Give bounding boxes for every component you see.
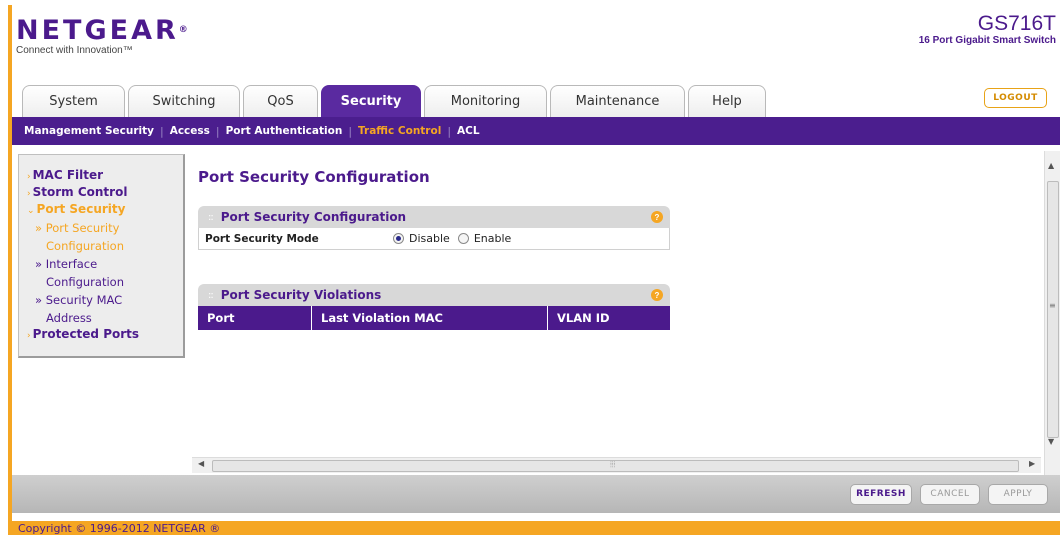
tab-switching[interactable]: Switching bbox=[128, 85, 240, 117]
subnav-port-authentication[interactable]: Port Authentication bbox=[226, 125, 343, 137]
tab-system[interactable]: System bbox=[22, 85, 125, 117]
nav-sub-security-mac-address[interactable]: » Security MAC Address bbox=[27, 291, 183, 327]
logout-button[interactable]: LOGOUT bbox=[984, 88, 1047, 108]
help-icon[interactable]: ? bbox=[651, 289, 663, 301]
horizontal-scroll-thumb[interactable] bbox=[212, 460, 1019, 472]
port-security-mode-label: Port Security Mode bbox=[205, 232, 319, 245]
grip-dots-icon: :: bbox=[208, 211, 214, 223]
apply-button[interactable]: APPLY bbox=[988, 483, 1048, 505]
subnav-separator: | bbox=[215, 124, 220, 138]
nav-storm-control[interactable]: › Storm Control bbox=[27, 185, 183, 202]
config-box-header: :: Port Security Configuration ? bbox=[198, 206, 670, 228]
violations-table-header: Port Last Violation MAC VLAN ID bbox=[198, 306, 670, 330]
scroll-up-icon[interactable]: ▲ bbox=[1048, 161, 1054, 170]
content-area: › MAC Filter › Storm Control ⌄ Port Securit… bbox=[12, 151, 1060, 475]
chevron-down-icon: ⌄ bbox=[27, 206, 35, 216]
page-inner: NETGEAR® Connect with Innovation™ GS716T… bbox=[12, 5, 1060, 535]
radio-disable[interactable]: Disable bbox=[393, 232, 450, 245]
tab-qos[interactable]: QoS bbox=[243, 85, 318, 117]
tab-security[interactable]: Security bbox=[321, 85, 421, 117]
subnav-management-security[interactable]: Management Security bbox=[24, 125, 154, 137]
nav-sub-port-security-configuration[interactable]: » Port Security Configuration bbox=[27, 219, 183, 255]
vertical-scrollbar[interactable]: ▲ ≡ ▼ bbox=[1044, 151, 1060, 475]
chevron-right-icon: › bbox=[27, 172, 31, 182]
tab-maintenance[interactable]: Maintenance bbox=[550, 85, 685, 117]
refresh-button[interactable]: REFRESH bbox=[850, 483, 912, 505]
grip-dots-icon: :: bbox=[208, 289, 214, 301]
copyright-text: Copyright © 1996-2012 NETGEAR ® bbox=[18, 522, 221, 535]
subnav-traffic-control[interactable]: Traffic Control bbox=[358, 125, 441, 137]
sub-navigation: Management Security | Access | Port Auth… bbox=[12, 117, 1060, 145]
nav-protected-ports[interactable]: › Protected Ports bbox=[27, 327, 183, 344]
nav-mac-filter[interactable]: › MAC Filter bbox=[27, 168, 183, 185]
violations-box-title: Port Security Violations bbox=[220, 288, 382, 302]
radio-enable-dot[interactable] bbox=[457, 233, 469, 244]
page-title: Port Security Configuration bbox=[198, 168, 430, 186]
page-frame: NETGEAR® Connect with Innovation™ GS716T… bbox=[8, 5, 1060, 535]
radio-enable[interactable]: Enable bbox=[457, 232, 511, 245]
tab-help[interactable]: Help bbox=[688, 85, 766, 117]
tab-monitoring[interactable]: Monitoring bbox=[424, 85, 547, 117]
brand-tagline: Connect with Innovation™ bbox=[16, 45, 133, 56]
brand-name: NETGEAR® bbox=[16, 15, 191, 46]
subnav-separator: | bbox=[159, 124, 164, 138]
model-info: GS716T 16 Port Gigabit Smart Switch bbox=[918, 12, 1056, 47]
scroll-grip-icon: ⦙⦙⦙ bbox=[610, 460, 616, 469]
subnav-acl[interactable]: ACL bbox=[457, 125, 480, 137]
main-tabs: System Switching QoS Security Monitoring… bbox=[22, 85, 769, 117]
chevron-right-icon: › bbox=[27, 189, 31, 199]
column-header-port: Port bbox=[198, 306, 312, 330]
cancel-button[interactable]: CANCEL bbox=[920, 483, 980, 505]
action-bar: REFRESH CANCEL APPLY bbox=[12, 475, 1060, 513]
model-name: GS716T bbox=[977, 12, 1056, 35]
config-box-title: Port Security Configuration bbox=[220, 210, 407, 224]
scroll-left-icon[interactable]: ◀ bbox=[198, 459, 204, 468]
config-box-row: Port Security Mode Disable Enable bbox=[198, 228, 670, 250]
chevron-right-icon: › bbox=[27, 331, 31, 341]
violations-box-header: :: Port Security Violations ? bbox=[198, 284, 670, 306]
scroll-grip-icon: ≡ bbox=[1049, 301, 1056, 310]
column-header-last-violation-mac: Last Violation MAC bbox=[312, 306, 548, 330]
netgear-logo: NETGEAR® Connect with Innovation™ bbox=[16, 17, 191, 56]
scroll-right-icon[interactable]: ▶ bbox=[1029, 459, 1035, 468]
help-icon[interactable]: ? bbox=[651, 211, 663, 223]
left-navigation: › MAC Filter › Storm Control ⌄ Port Securit… bbox=[18, 154, 185, 358]
subnav-access[interactable]: Access bbox=[170, 125, 210, 137]
scroll-down-icon[interactable]: ▼ bbox=[1048, 437, 1054, 446]
model-description: 16 Port Gigabit Smart Switch bbox=[918, 35, 1056, 46]
subnav-separator: | bbox=[447, 124, 452, 138]
subnav-separator: | bbox=[348, 124, 353, 138]
radio-disable-dot[interactable] bbox=[393, 233, 404, 244]
nav-port-security[interactable]: ⌄ Port Security bbox=[27, 202, 183, 219]
horizontal-scrollbar[interactable]: ◀ ⦙⦙⦙ ▶ bbox=[192, 457, 1041, 473]
port-security-violations-box: :: Port Security Violations ? Port Last … bbox=[198, 284, 670, 330]
column-header-vlan-id: VLAN ID bbox=[557, 311, 610, 325]
nav-sub-interface-configuration[interactable]: » Interface Configuration bbox=[27, 255, 183, 291]
port-security-config-box: :: Port Security Configuration ? Port Se… bbox=[198, 206, 670, 250]
